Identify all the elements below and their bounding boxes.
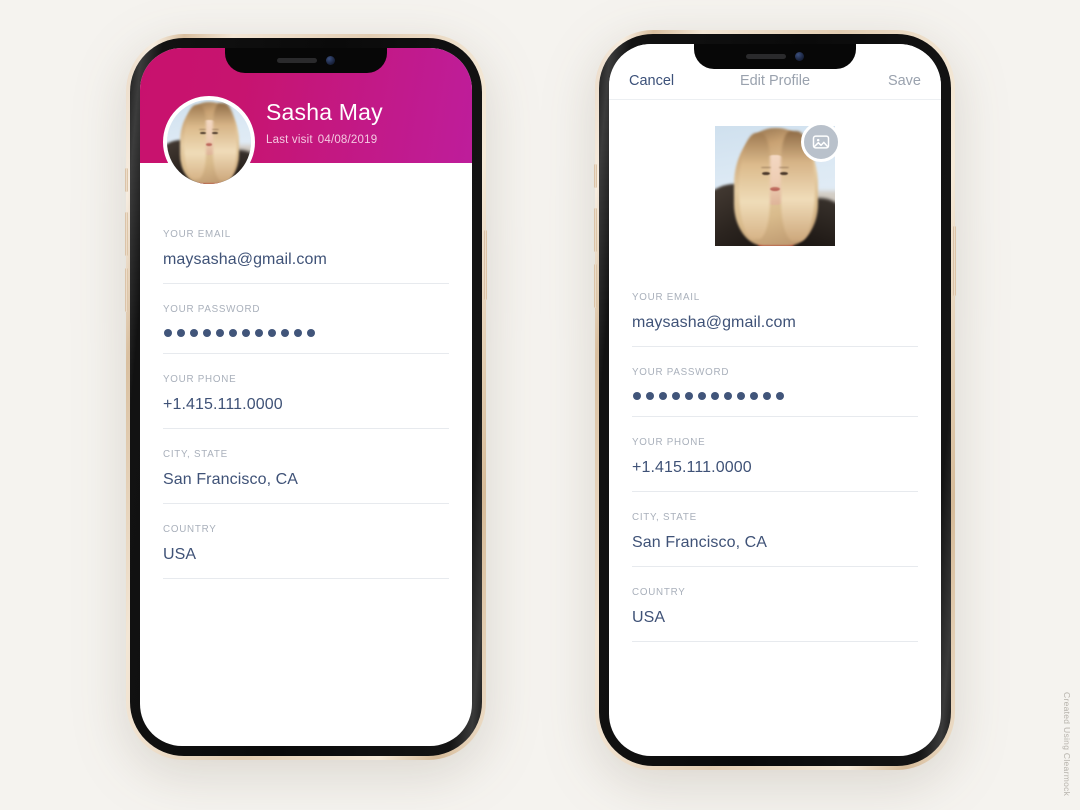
last-visit-date: 04/08/2019: [317, 134, 378, 147]
profile-identity-block: Sasha May Last visit 04/08/2019: [266, 99, 383, 146]
change-photo-button[interactable]: [801, 122, 841, 162]
country-value: USA: [163, 546, 197, 563]
phone-value: +1.415.111.0000: [163, 396, 283, 413]
notch-right-phone: [694, 44, 856, 69]
password-masked-value: [632, 389, 918, 402]
volume-down-button-left-phone[interactable]: [125, 268, 128, 312]
field-your-password[interactable]: YOUR PASSWORD: [163, 284, 449, 354]
power-button-right-phone[interactable]: [953, 226, 956, 296]
field-label: YOUR PASSWORD: [163, 304, 261, 315]
last-visit-row: Last visit 04/08/2019: [266, 134, 383, 146]
phone-right-screen: Cancel Edit Profile Save YOUR EMAIL mays…: [609, 44, 941, 756]
city-state-value: San Francisco, CA: [632, 534, 768, 551]
avatar-photo: [167, 100, 251, 184]
field-your-phone[interactable]: YOUR PHONE +1.415.111.0000: [163, 354, 449, 429]
email-value: maysasha@gmail.com: [632, 314, 796, 331]
field-label: CITY, STATE: [163, 449, 228, 460]
profile-name: Sasha May: [266, 99, 383, 125]
profile-form-right: YOUR EMAIL maysasha@gmail.com YOUR PASSW…: [609, 272, 941, 642]
field-label: COUNTRY: [632, 587, 686, 598]
front-camera-icon: [326, 56, 335, 65]
phone-left-screen: Sasha May Last visit 04/08/2019 YOUR EMA…: [140, 48, 472, 746]
save-button[interactable]: Save: [888, 73, 921, 89]
email-value: maysasha@gmail.com: [163, 251, 327, 268]
silent-switch-left-phone[interactable]: [125, 168, 128, 192]
phone-left-device: Sasha May Last visit 04/08/2019 YOUR EMA…: [125, 34, 487, 760]
city-state-value: San Francisco, CA: [163, 471, 299, 488]
volume-up-button-right-phone[interactable]: [594, 208, 597, 252]
field-city-state[interactable]: CITY, STATE San Francisco, CA: [163, 429, 449, 504]
field-your-email[interactable]: YOUR EMAIL maysasha@gmail.com: [632, 272, 918, 347]
silent-switch-right-phone[interactable]: [594, 164, 597, 188]
field-your-email[interactable]: YOUR EMAIL maysasha@gmail.com: [163, 209, 449, 284]
volume-down-button-right-phone[interactable]: [594, 264, 597, 308]
last-visit-label: Last visit: [266, 134, 313, 147]
mockup-stage: Sasha May Last visit 04/08/2019 YOUR EMA…: [0, 0, 1080, 810]
field-your-phone[interactable]: YOUR PHONE +1.415.111.0000: [632, 417, 918, 492]
earpiece-speaker-icon: [746, 54, 786, 59]
volume-up-button-left-phone[interactable]: [125, 212, 128, 256]
field-city-state[interactable]: CITY, STATE San Francisco, CA: [632, 492, 918, 567]
field-label: COUNTRY: [163, 524, 217, 535]
field-label: YOUR PASSWORD: [632, 367, 730, 378]
watermark-credit: Created Using Clearmock: [1062, 691, 1072, 796]
field-label: YOUR EMAIL: [632, 292, 700, 303]
cancel-button[interactable]: Cancel: [629, 73, 674, 89]
phone-right-device: Cancel Edit Profile Save YOUR EMAIL mays…: [594, 30, 956, 770]
power-button-left-phone[interactable]: [484, 230, 487, 300]
password-masked-value: [163, 326, 449, 339]
field-country[interactable]: COUNTRY USA: [632, 567, 918, 642]
country-value: USA: [632, 609, 666, 626]
field-label: CITY, STATE: [632, 512, 697, 523]
earpiece-speaker-icon: [277, 58, 317, 63]
notch-left-phone: [225, 48, 387, 73]
field-label: YOUR PHONE: [632, 437, 706, 448]
avatar[interactable]: [163, 96, 255, 188]
profile-form-left: YOUR EMAIL maysasha@gmail.com YOUR PASSW…: [140, 209, 472, 579]
field-your-password[interactable]: YOUR PASSWORD: [632, 347, 918, 417]
field-country[interactable]: COUNTRY USA: [163, 504, 449, 579]
image-picker-icon: [812, 135, 830, 149]
avatar-editor: [715, 122, 841, 246]
field-label: YOUR PHONE: [163, 374, 237, 385]
front-camera-icon: [795, 52, 804, 61]
phone-value: +1.415.111.0000: [632, 459, 752, 476]
field-label: YOUR EMAIL: [163, 229, 231, 240]
